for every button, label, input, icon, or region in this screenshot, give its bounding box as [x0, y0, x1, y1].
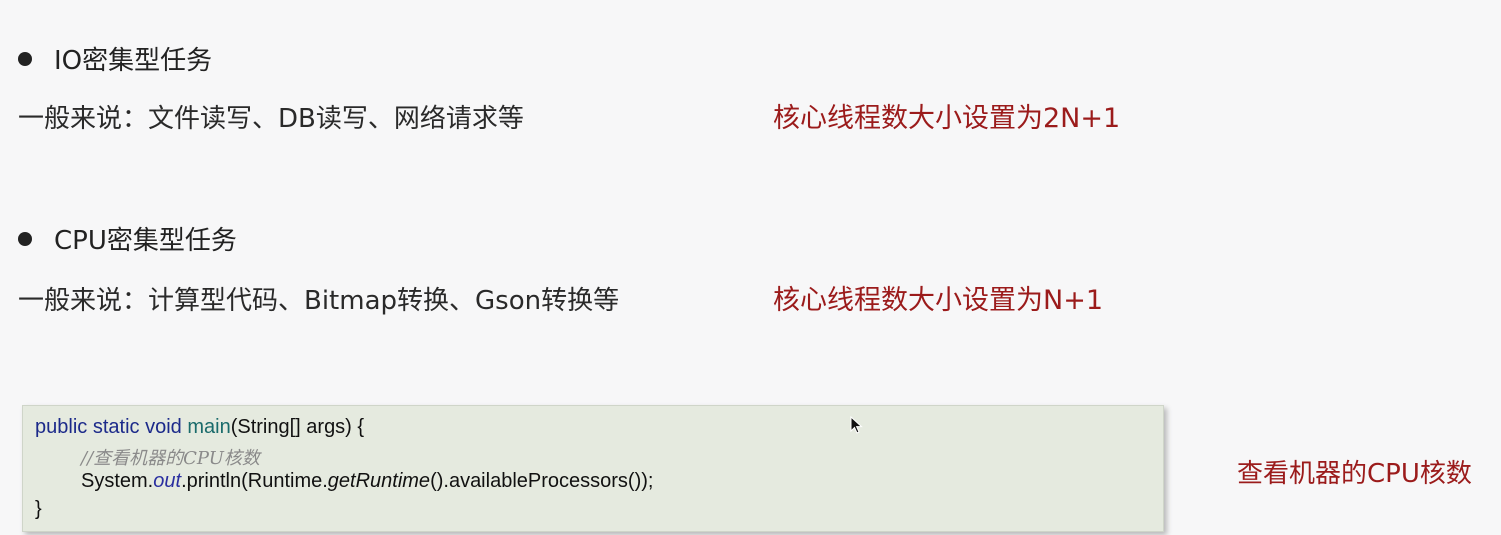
cpu-description: 一般来说：计算型代码、Bitmap转换、Gson转换等	[18, 286, 620, 316]
bullet-icon	[18, 51, 32, 66]
cpu-heading: CPU密集型任务	[54, 226, 237, 256]
io-heading: IO密集型任务	[54, 46, 213, 76]
io-note: 核心线程数大小设置为2N+1	[773, 103, 1121, 134]
code-method-main: main	[187, 416, 231, 438]
code-signature-rest: (String[] args) {	[230, 416, 365, 438]
code-println: .println(Runtime.	[181, 470, 328, 492]
code-note: 查看机器的CPU核数	[1237, 459, 1472, 489]
io-heading-row: IO密集型任务	[18, 40, 212, 77]
code-out-field: out	[153, 470, 182, 492]
cpu-heading-row: CPU密集型任务	[18, 220, 237, 257]
code-keyword-public: public	[35, 416, 88, 438]
code-block: public static void main(String[] args) {…	[22, 405, 1164, 532]
cpu-note: 核心线程数大小设置为N+1	[773, 285, 1103, 316]
code-comment: //查看机器的CPU核数	[81, 448, 260, 469]
io-description: 一般来说：文件读写、DB读写、网络请求等	[18, 104, 524, 134]
code-get-runtime: getRuntime	[327, 470, 431, 492]
bullet-icon	[18, 231, 32, 246]
mouse-pointer-icon	[850, 416, 863, 434]
code-closing-brace: }	[35, 498, 42, 520]
slide: IO密集型任务 一般来说：文件读写、DB读写、网络请求等 核心线程数大小设置为2…	[0, 0, 1501, 535]
code-system: System.	[81, 470, 154, 492]
code-call-rest: ().availableProcessors());	[430, 470, 654, 492]
code-line-signature: public static void main(String[] args) {	[35, 416, 364, 439]
code-keyword-void: void	[145, 416, 182, 438]
code-line-println: System.out.println(Runtime.getRuntime().…	[81, 470, 653, 493]
code-keyword-static: static	[92, 416, 140, 438]
